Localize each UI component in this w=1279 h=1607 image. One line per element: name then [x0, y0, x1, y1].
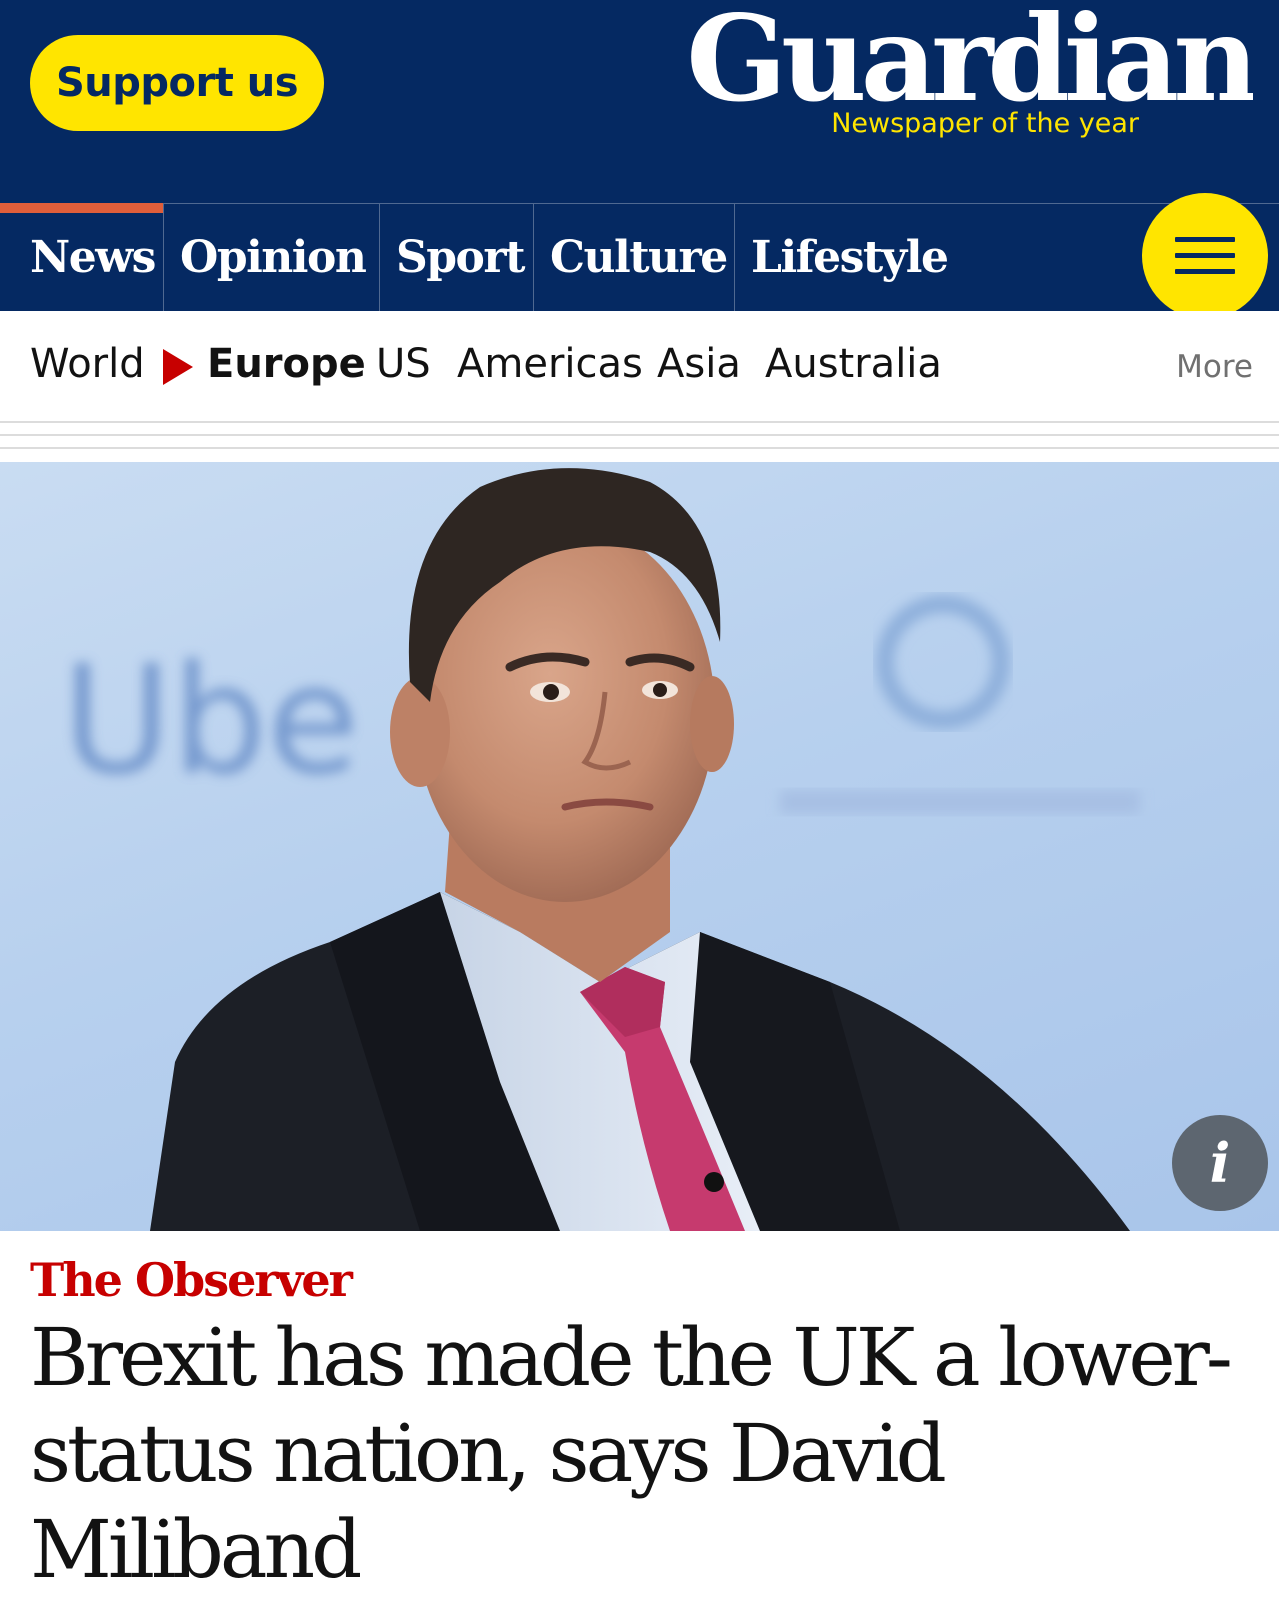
menu-line [1175, 237, 1235, 242]
hamburger-menu-icon[interactable] [1142, 193, 1268, 319]
subnav-asia[interactable]: Asia [657, 341, 741, 387]
breadcrumb-arrow-icon [163, 349, 193, 385]
subnav-europe[interactable]: Europe [207, 341, 366, 387]
support-us-label: Support us [55, 60, 299, 106]
logo-tagline: Newspaper of the year [831, 108, 1139, 139]
image-info-button[interactable]: i [1172, 1115, 1268, 1211]
subnav-australia[interactable]: Australia [765, 341, 942, 387]
series-kicker[interactable]: The Observer [30, 1253, 353, 1307]
hero-photo-illustration: Ube [62, 468, 1140, 1231]
menu-line [1175, 253, 1235, 258]
pillar-label: Culture [550, 232, 728, 283]
subnav-americas[interactable]: Americas [457, 341, 643, 387]
divider [0, 434, 1279, 436]
pillar-label: News [30, 232, 156, 283]
article-headline: Brexit has made the UK a lower-status na… [30, 1311, 1233, 1596]
menu-line [1175, 269, 1235, 274]
divider [0, 447, 1279, 449]
pillar-culture[interactable]: Culture [533, 204, 734, 311]
pillar-sport[interactable]: Sport [379, 204, 533, 311]
pillar-label: Lifestyle [751, 232, 949, 283]
backdrop-text: Ube [62, 634, 359, 808]
subnav-world[interactable]: World [30, 341, 145, 387]
pillar-lifestyle[interactable]: Lifestyle [734, 204, 974, 311]
hero-image: Ube [0, 462, 1279, 1231]
subnav-us[interactable]: US [376, 341, 431, 387]
info-icon: i [1209, 1131, 1231, 1195]
subnav-more[interactable]: More [1176, 349, 1253, 385]
pillar-news[interactable]: News [0, 204, 163, 311]
divider [0, 421, 1279, 423]
support-us-button[interactable]: Support us [30, 35, 324, 131]
pillar-label: Opinion [180, 232, 367, 283]
pillar-label: Sport [396, 232, 525, 283]
pillar-opinion[interactable]: Opinion [163, 204, 379, 311]
